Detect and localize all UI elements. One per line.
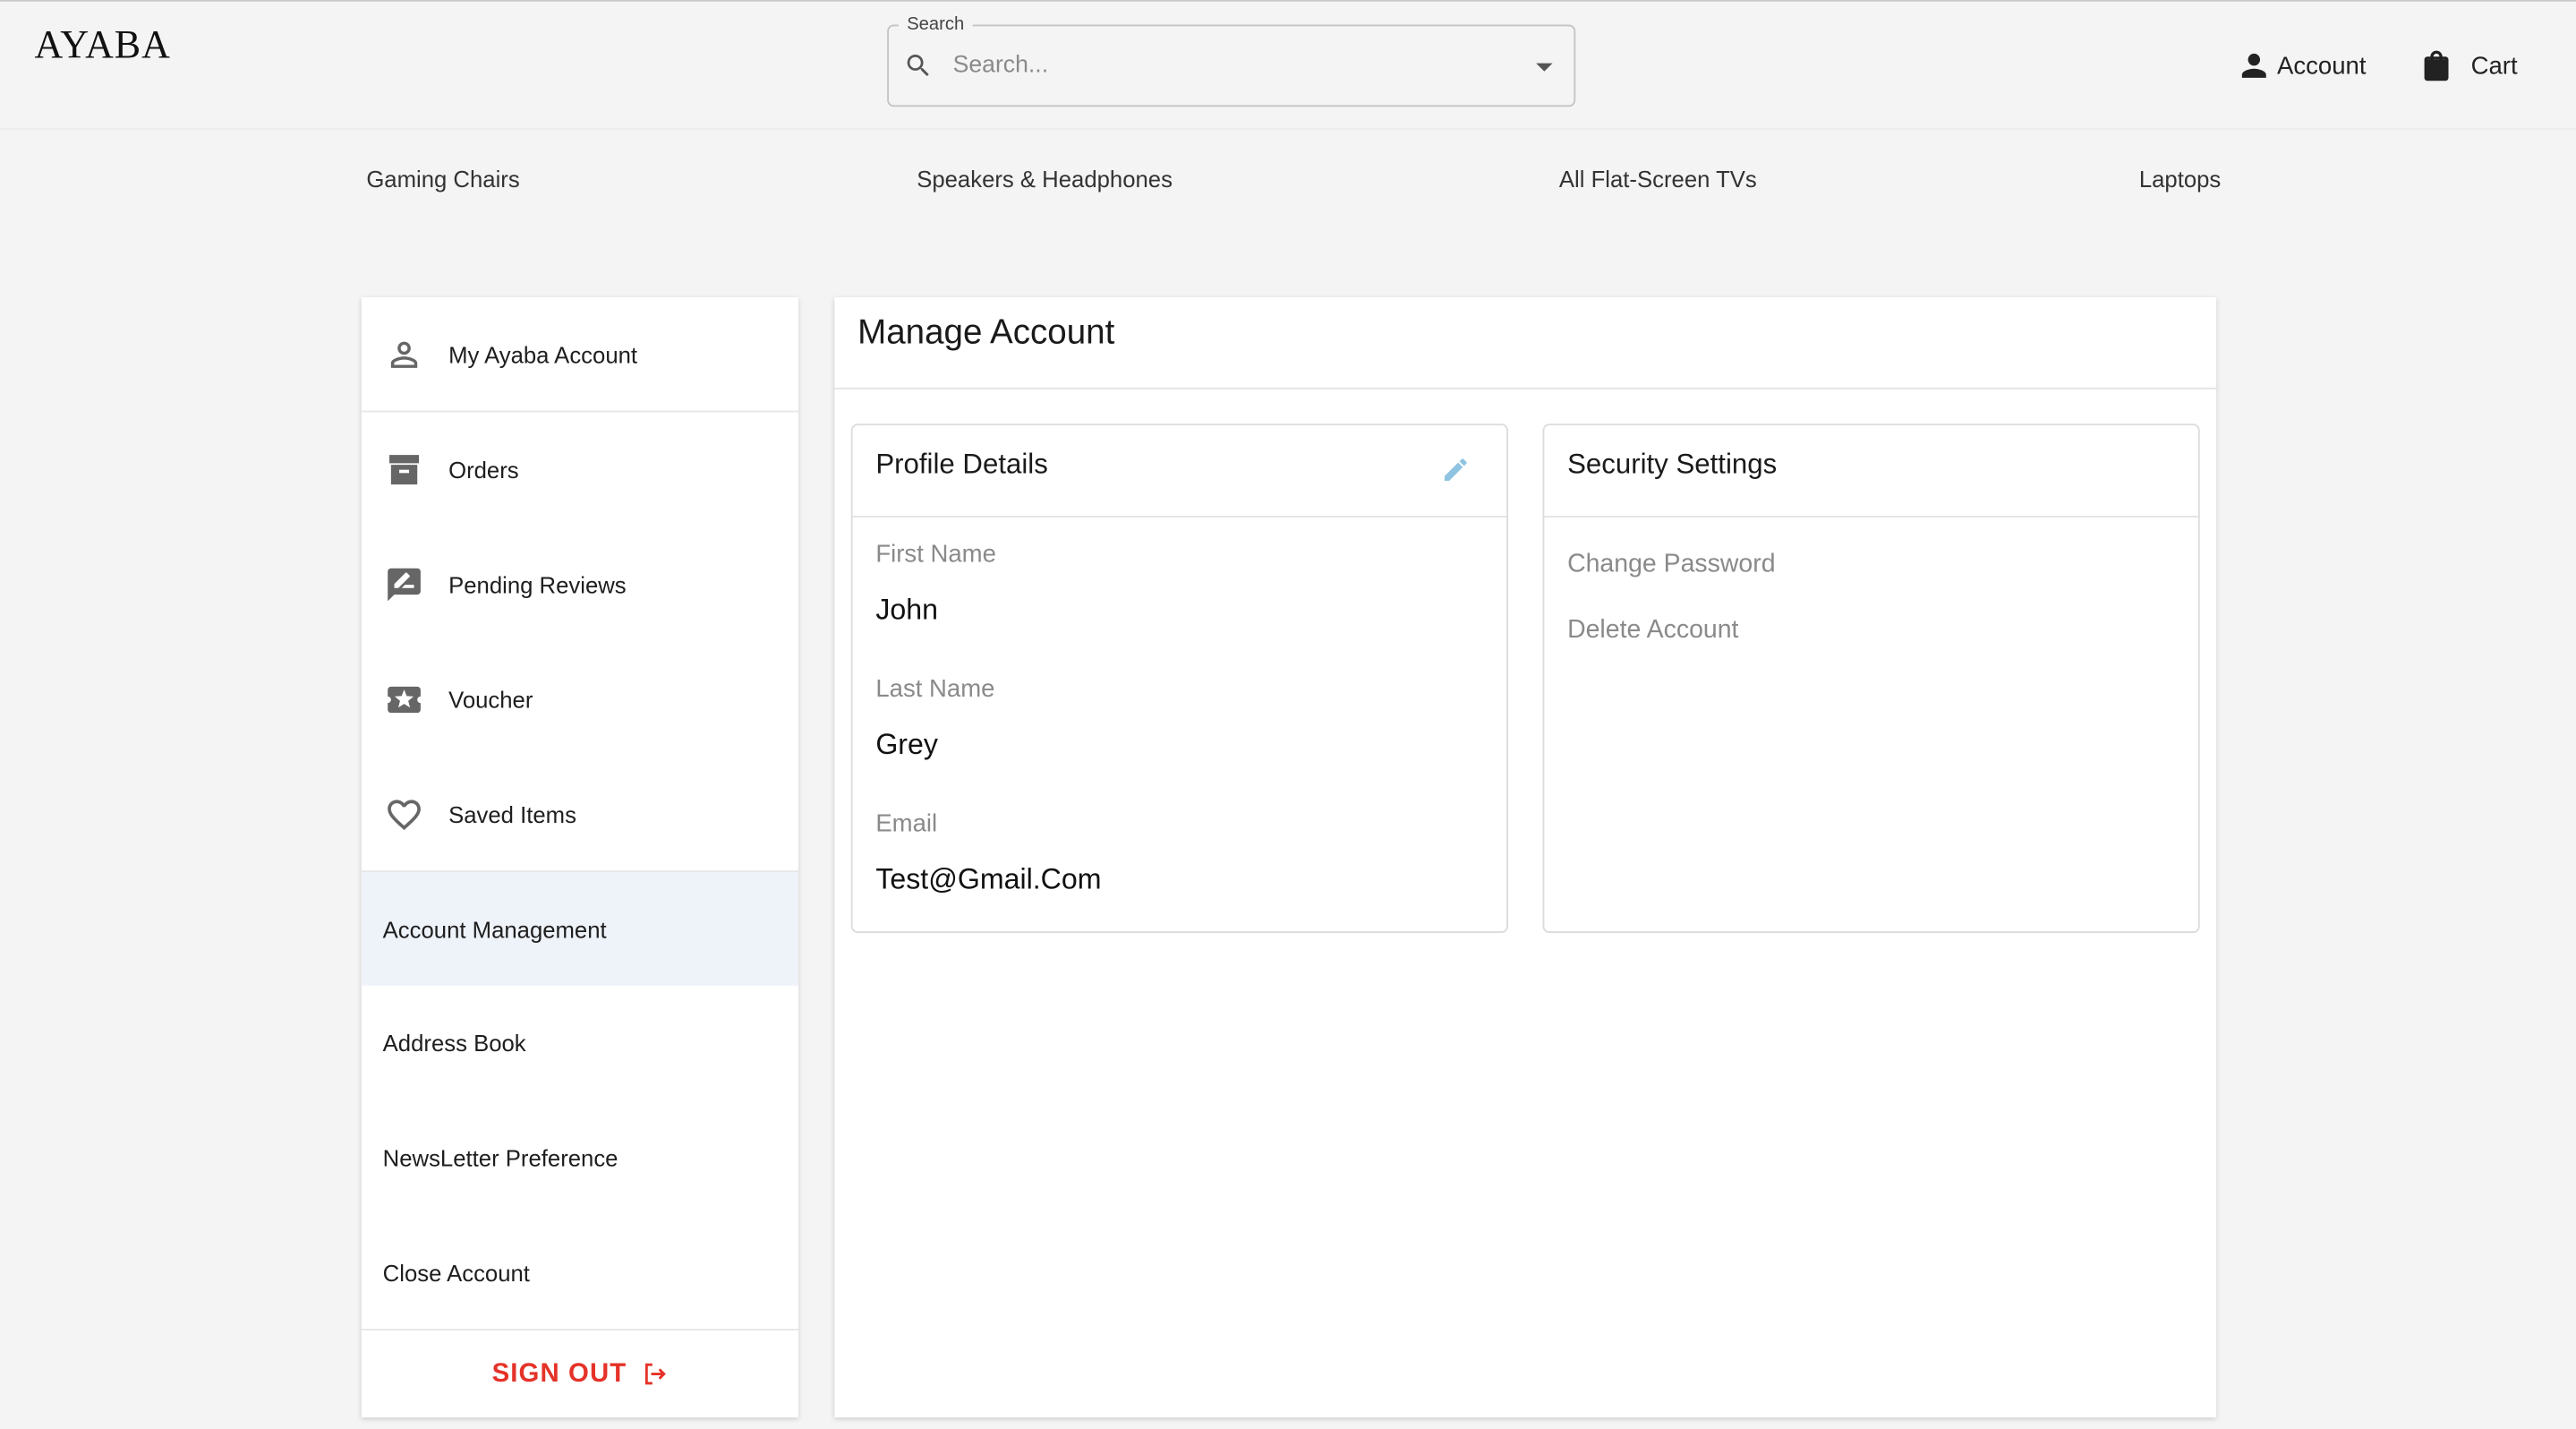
sidebar-item-account-management[interactable]: Account Management bbox=[361, 872, 799, 986]
header: AYABA Search Account Cart bbox=[0, 1, 2576, 130]
delete-account-link[interactable]: Delete Account bbox=[1567, 616, 1738, 646]
category-speakers-headphones[interactable]: Speakers & Headphones bbox=[917, 166, 1173, 192]
category-gaming-chairs[interactable]: Gaming Chairs bbox=[366, 166, 519, 192]
security-settings-title: Security Settings bbox=[1567, 448, 1778, 480]
person-outline-icon bbox=[383, 332, 426, 375]
first-name-value: John bbox=[875, 593, 938, 626]
sidebar-item-close-account[interactable]: Close Account bbox=[362, 1216, 798, 1330]
sidebar-item-pending-reviews[interactable]: Pending Reviews bbox=[362, 527, 798, 641]
sidebar-item-label: NewsLetter Preference bbox=[382, 1143, 618, 1171]
category-flat-screen-tvs[interactable]: All Flat-Screen TVs bbox=[1559, 166, 1757, 192]
edit-pencil-icon[interactable] bbox=[1441, 455, 1471, 484]
profile-details-card: Profile Details First Name John Last Nam… bbox=[850, 424, 1508, 933]
account-sidebar: My Ayaba Account Orders Pending Reviews … bbox=[361, 297, 799, 1418]
category-laptops[interactable]: Laptops bbox=[2139, 166, 2221, 192]
card-divider bbox=[852, 516, 1507, 518]
logo[interactable]: AYABA bbox=[35, 25, 171, 70]
sidebar-item-label: Saved Items bbox=[448, 800, 576, 827]
heart-icon bbox=[383, 792, 426, 835]
sidebar-item-label: Voucher bbox=[448, 685, 533, 713]
page-title: Manage Account bbox=[857, 313, 1115, 352]
cart-label: Cart bbox=[2470, 51, 2518, 80]
account-icon bbox=[2241, 53, 2266, 78]
search-input[interactable] bbox=[952, 47, 1496, 84]
sidebar-item-label: Close Account bbox=[382, 1259, 530, 1286]
sidebar-item-address-book[interactable]: Address Book bbox=[362, 986, 798, 1100]
dropdown-arrow-icon[interactable] bbox=[1534, 61, 1554, 74]
archive-icon bbox=[383, 448, 426, 491]
last-name-label: Last Name bbox=[875, 674, 995, 704]
card-divider bbox=[1544, 516, 2198, 518]
change-password-link[interactable]: Change Password bbox=[1567, 551, 1776, 580]
email-value: Test@Gmail.Com bbox=[875, 862, 1102, 895]
sign-out-label: SIGN OUT bbox=[491, 1359, 627, 1388]
manage-account-panel: Manage Account Profile Details First Nam… bbox=[834, 297, 2217, 1418]
voucher-star-icon bbox=[383, 678, 426, 721]
rate-review-icon bbox=[383, 562, 426, 605]
sidebar-item-saved-items[interactable]: Saved Items bbox=[362, 757, 798, 871]
sidebar-item-label: Account Management bbox=[382, 915, 607, 943]
shopping-bag-icon bbox=[2424, 50, 2449, 81]
logout-icon bbox=[644, 1363, 666, 1385]
profile-details-title: Profile Details bbox=[875, 448, 1048, 480]
sidebar-item-label: Address Book bbox=[382, 1029, 526, 1056]
sidebar-item-voucher[interactable]: Voucher bbox=[362, 642, 798, 756]
search-icon[interactable] bbox=[904, 51, 934, 81]
first-name-label: First Name bbox=[875, 540, 996, 569]
last-name-value: Grey bbox=[875, 727, 938, 761]
email-label: Email bbox=[875, 809, 938, 838]
sidebar-item-my-account[interactable]: My Ayaba Account bbox=[362, 297, 798, 411]
sign-out-button[interactable]: SIGN OUT bbox=[362, 1331, 798, 1417]
search-legend: Search bbox=[899, 14, 973, 35]
account-link[interactable]: Account bbox=[2236, 46, 2366, 85]
title-divider bbox=[834, 387, 2217, 389]
account-label: Account bbox=[2277, 51, 2367, 80]
sidebar-item-label: Pending Reviews bbox=[448, 570, 627, 597]
cart-link[interactable]: Cart bbox=[2418, 46, 2518, 85]
sidebar-item-orders[interactable]: Orders bbox=[362, 412, 798, 526]
sidebar-item-newsletter-preference[interactable]: NewsLetter Preference bbox=[362, 1100, 798, 1214]
security-settings-card: Security Settings Change Password Delete… bbox=[1542, 424, 2200, 933]
sidebar-item-label: My Ayaba Account bbox=[448, 340, 638, 368]
sidebar-item-label: Orders bbox=[448, 456, 519, 483]
